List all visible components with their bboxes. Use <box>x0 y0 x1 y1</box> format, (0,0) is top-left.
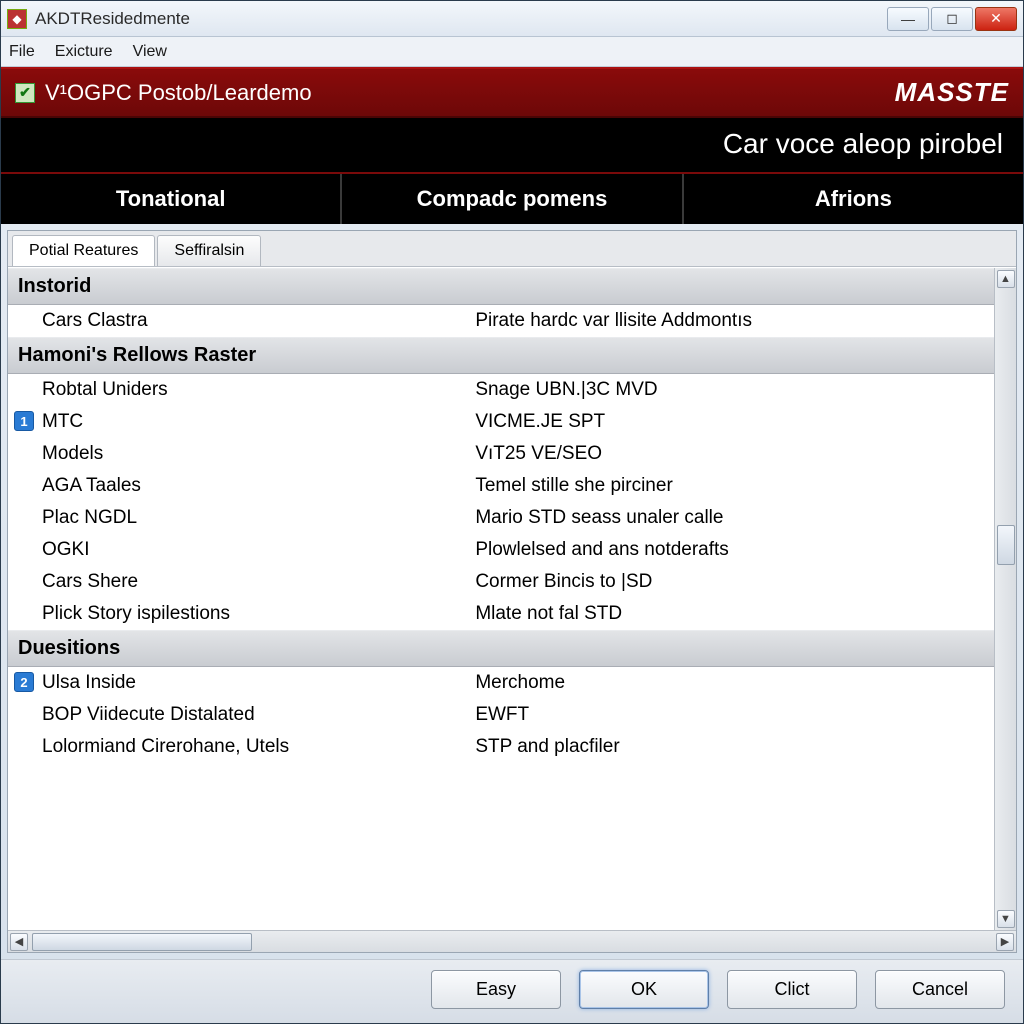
row-value: Merchome <box>475 672 984 694</box>
hscroll-thumb[interactable] <box>32 933 252 951</box>
scroll-left-icon[interactable]: ◀ <box>10 933 28 951</box>
list-row[interactable]: Plick Story ispilestionsMlate not fal ST… <box>8 598 994 630</box>
section-header: Hamoni's Rellows Raster <box>8 337 994 374</box>
nav-compadc[interactable]: Compadc pomens <box>342 174 683 224</box>
vscroll-track[interactable] <box>997 290 1015 908</box>
vertical-scrollbar[interactable]: ▲ ▼ <box>994 268 1016 930</box>
banner: ✔ V¹OGPC Postob/Leardemo MASSTE Car voce… <box>1 67 1023 224</box>
list-row[interactable]: 1MTCVICME.JE SPT <box>8 406 994 438</box>
row-value: Plowlelsed and ans notderafts <box>475 539 984 561</box>
list-row[interactable]: Cars ShereCormer Bincis to |SD <box>8 566 994 598</box>
row-value: VıT25 VE/SEO <box>475 443 984 465</box>
cancel-button[interactable]: Cancel <box>875 970 1005 1009</box>
row-key: 2Ulsa Inside <box>42 672 475 694</box>
clict-button[interactable]: Clict <box>727 970 857 1009</box>
row-value: Pirate hardc var llisite Addmontıs <box>475 310 984 332</box>
row-key: Cars Clastra <box>42 310 475 332</box>
ok-button[interactable]: OK <box>579 970 709 1009</box>
main-panel: Potial Reatures Seffiralsin InstoridCars… <box>7 230 1017 953</box>
row-key: Lolormiand Cirerohane, Utels <box>42 736 475 758</box>
row-value: Temel stille she pirciner <box>475 475 984 497</box>
tab-strip: Potial Reatures Seffiralsin <box>8 231 1016 267</box>
property-list: InstoridCars ClastraPirate hardc var lli… <box>8 268 994 763</box>
scroll-area: InstoridCars ClastraPirate hardc var lli… <box>8 268 994 930</box>
list-row[interactable]: Robtal UnidersSnage UBN.|3C MVD <box>8 374 994 406</box>
banner-headline: V¹OGPC Postob/Leardemo <box>45 80 312 106</box>
menu-view[interactable]: View <box>133 43 167 61</box>
row-key: AGA Taales <box>42 475 475 497</box>
row-key: Cars Shere <box>42 571 475 593</box>
vscroll-thumb[interactable] <box>997 525 1015 565</box>
app-icon: ◆ <box>7 9 27 29</box>
scroll-down-icon[interactable]: ▼ <box>997 910 1015 928</box>
brand-logo: MASSTE <box>895 77 1009 108</box>
row-key: 1MTC <box>42 411 475 433</box>
list-row[interactable]: Plac NGDLMario STD seass unaler calle <box>8 502 994 534</box>
list-row[interactable]: Cars ClastraPirate hardc var llisite Add… <box>8 305 994 337</box>
row-key: Plick Story ispilestions <box>42 603 475 625</box>
nav-afrions[interactable]: Afrions <box>684 174 1023 224</box>
menu-exicture[interactable]: Exicture <box>55 43 113 61</box>
horizontal-scrollbar[interactable]: ◀ ▶ <box>8 930 1016 952</box>
row-value: STP and placfiler <box>475 736 984 758</box>
row-key: Models <box>42 443 475 465</box>
menu-file[interactable]: File <box>9 43 35 61</box>
row-key: Robtal Uniders <box>42 379 475 401</box>
tab-seffiralsin[interactable]: Seffiralsin <box>157 235 261 266</box>
banner-subtitle: Car voce aleop pirobel <box>1 118 1023 172</box>
scroll-up-icon[interactable]: ▲ <box>997 270 1015 288</box>
row-key: Plac NGDL <box>42 507 475 529</box>
hscroll-track[interactable] <box>30 933 994 951</box>
list-row[interactable]: ModelsVıT25 VE/SEO <box>8 438 994 470</box>
minimize-button[interactable]: — <box>887 7 929 31</box>
nav-tonational[interactable]: Tonational <box>1 174 342 224</box>
number-badge-icon: 2 <box>14 672 34 692</box>
row-key: BOP Viidecute Distalated <box>42 704 475 726</box>
close-button[interactable]: ✕ <box>975 7 1017 31</box>
banner-nav: Tonational Compadc pomens Afrions <box>1 172 1023 224</box>
row-value: VICME.JE SPT <box>475 411 984 433</box>
list-row[interactable]: OGKIPlowlelsed and ans notderafts <box>8 534 994 566</box>
app-window: ◆ AKDTResidedmente — ◻ ✕ File Exicture V… <box>0 0 1024 1024</box>
easy-button[interactable]: Easy <box>431 970 561 1009</box>
button-bar: Easy OK Clict Cancel <box>1 959 1023 1023</box>
window-title: AKDTResidedmente <box>35 9 885 29</box>
list-row[interactable]: Lolormiand Cirerohane, UtelsSTP and plac… <box>8 731 994 763</box>
content-area: InstoridCars ClastraPirate hardc var lli… <box>8 267 1016 930</box>
list-row[interactable]: AGA TaalesTemel stille she pirciner <box>8 470 994 502</box>
row-value: Snage UBN.|3C MVD <box>475 379 984 401</box>
check-icon: ✔ <box>15 83 35 103</box>
banner-top: ✔ V¹OGPC Postob/Leardemo MASSTE <box>1 67 1023 118</box>
row-key: OGKI <box>42 539 475 561</box>
window-controls: — ◻ ✕ <box>885 7 1017 31</box>
row-value: Mario STD seass unaler calle <box>475 507 984 529</box>
row-value: EWFT <box>475 704 984 726</box>
maximize-button[interactable]: ◻ <box>931 7 973 31</box>
section-header: Instorid <box>8 268 994 305</box>
title-bar: ◆ AKDTResidedmente — ◻ ✕ <box>1 1 1023 37</box>
section-header: Duesitions <box>8 630 994 667</box>
menu-bar: File Exicture View <box>1 37 1023 67</box>
number-badge-icon: 1 <box>14 411 34 431</box>
tab-potial-reatures[interactable]: Potial Reatures <box>12 235 155 266</box>
row-value: Cormer Bincis to |SD <box>475 571 984 593</box>
row-value: Mlate not fal STD <box>475 603 984 625</box>
list-row[interactable]: 2Ulsa InsideMerchome <box>8 667 994 699</box>
scroll-right-icon[interactable]: ▶ <box>996 933 1014 951</box>
list-row[interactable]: BOP Viidecute DistalatedEWFT <box>8 699 994 731</box>
